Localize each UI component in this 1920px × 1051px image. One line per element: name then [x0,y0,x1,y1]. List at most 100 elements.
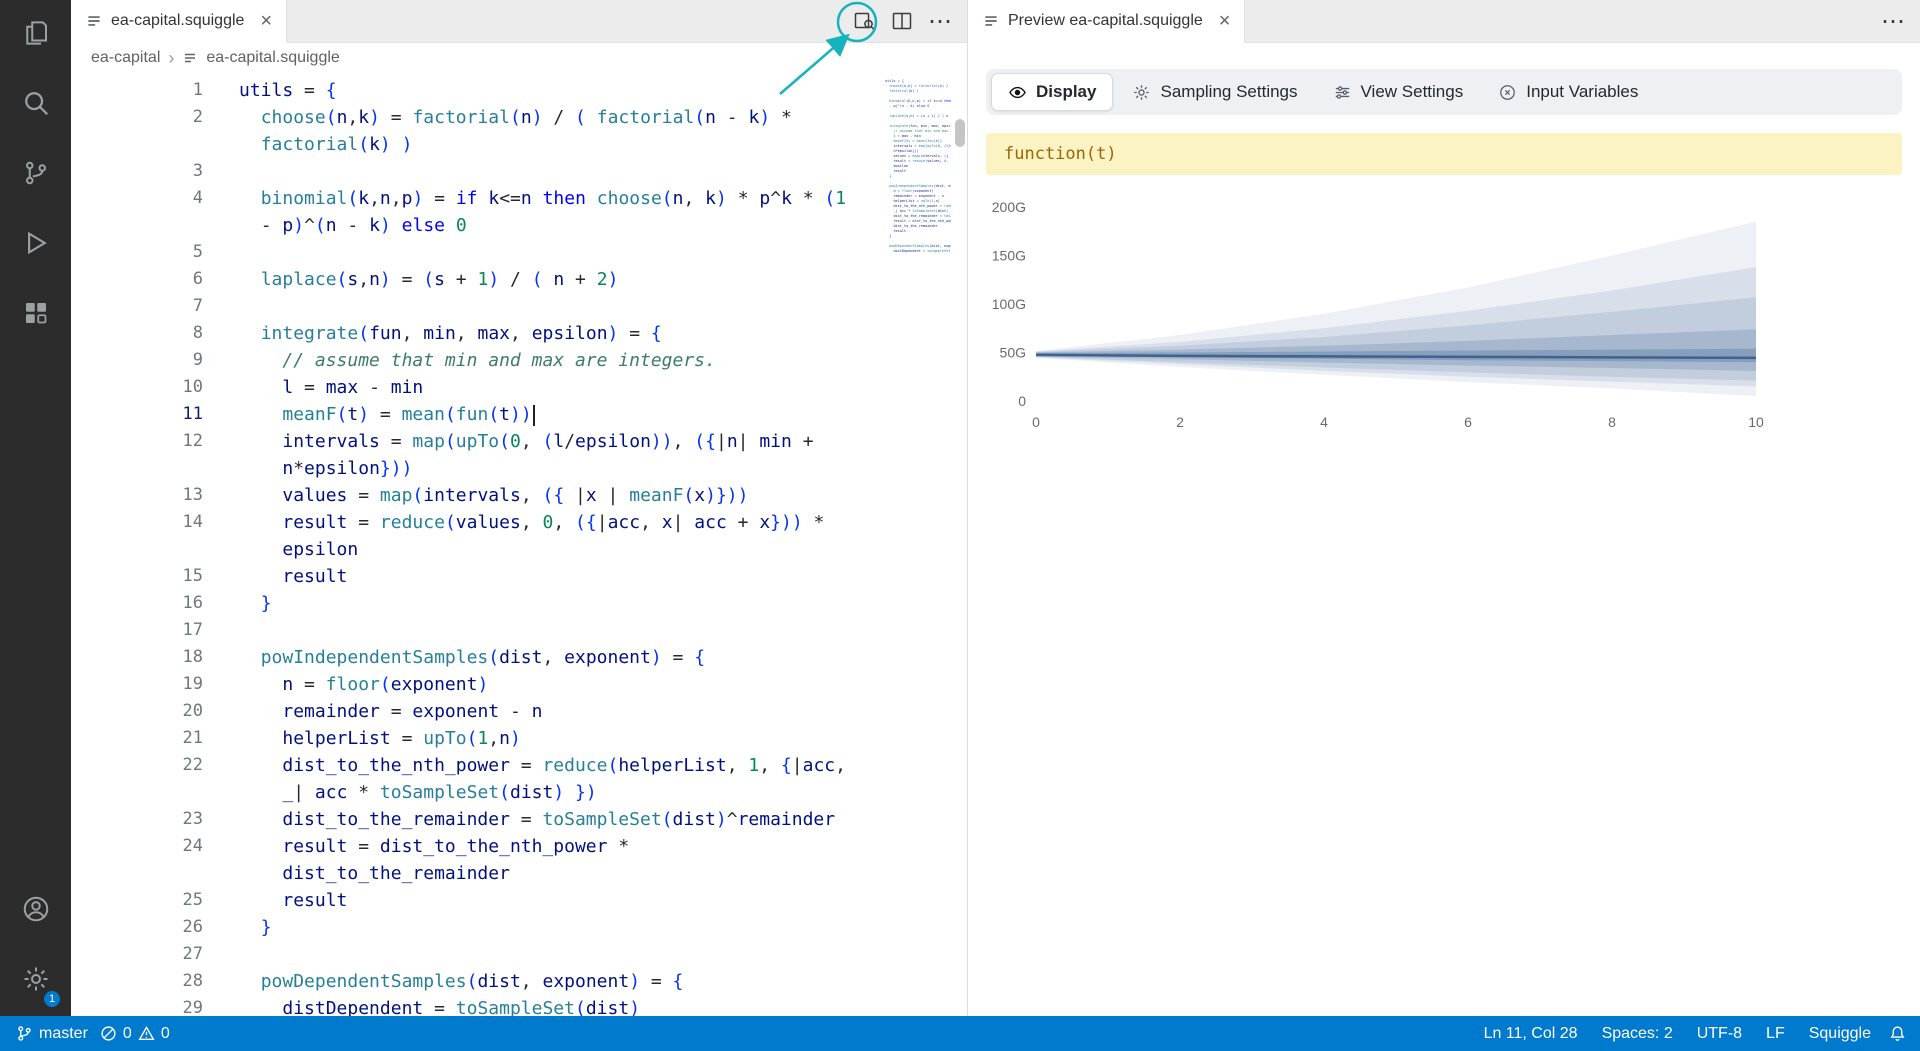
code-row[interactable]: 5 [71,239,883,266]
preview-tab-sampling-settings[interactable]: Sampling Settings [1116,74,1313,110]
code-text: meanF(t) = mean(fun(t)) [239,401,535,428]
code-row[interactable]: 22 dist_to_the_nth_power = reduce(helper… [71,752,883,779]
code-row[interactable]: 20 remainder = exponent - n [71,698,883,725]
open-preview-icon[interactable] [847,4,881,38]
code-row[interactable]: dist_to_the_remainder [71,860,883,887]
code-row[interactable]: 26 } [71,914,883,941]
line-number: 1 [71,77,203,104]
breadcrumb-file[interactable]: ea-capital.squiggle [206,49,339,67]
code-row[interactable]: 16 } [71,590,883,617]
account-button[interactable] [0,876,71,946]
code-text: // assume that min and max are integers. [239,347,716,374]
activity-item-run-debug[interactable] [0,210,71,280]
activity-item-explorer[interactable] [0,0,71,70]
editor[interactable]: 1utils = {2 choose(n,k) = factorial(n) /… [71,73,967,1016]
code-row[interactable]: 29 distDependent = toSampleSet(dist) [71,995,883,1016]
code-row[interactable]: _| acc * toSampleSet(dist) }) [71,779,883,806]
editor-group: ea-capital.squiggle × ⋯ ea-capital › ea-… [71,0,967,1016]
y-axis-tick: 0 [1018,393,1026,409]
code-row[interactable]: 24 result = dist_to_the_nth_power * [71,833,883,860]
breadcrumb-file-icon [182,50,198,66]
activity-item-extensions[interactable] [0,280,71,350]
code-row[interactable]: factorial(k) ) [71,131,883,158]
code-row[interactable]: 12 intervals = map(upTo(0, (l/epsilon)),… [71,428,883,455]
git-branch-item[interactable]: master [10,1016,94,1051]
preview-tab[interactable]: Preview ea-capital.squiggle × [968,0,1245,43]
code-row[interactable]: 21 helperList = upTo(1,n) [71,725,883,752]
line-number: 26 [71,914,203,941]
line-number: 13 [71,482,203,509]
code-row[interactable]: 8 integrate(fun, min, max, epsilon) = { [71,320,883,347]
code-row[interactable]: 1utils = { [71,77,883,104]
line-number: 11 [71,401,203,428]
line-number: 4 [71,185,203,212]
preview-tab-label: Display [1036,82,1096,102]
code-text: powDependentSamples(dist, exponent) = { [239,968,683,995]
line-number [71,212,203,239]
code-text: - p)^(n - k) else 0 [239,212,467,239]
account-icon [21,894,51,929]
line-number: 29 [71,995,203,1016]
chart-container: 050G100G150G200G0246810 [986,199,1902,454]
language-mode[interactable]: Squiggle [1803,1025,1877,1043]
code-row[interactable]: 9 // assume that min and max are integer… [71,347,883,374]
scrollbar-thumb[interactable] [955,119,965,147]
settings-button[interactable]: 1 [0,946,71,1016]
line-number: 22 [71,752,203,779]
text-cursor [533,405,535,426]
code-row[interactable]: 17 [71,617,883,644]
code-row[interactable]: 2 choose(n,k) = factorial(n) / ( factori… [71,104,883,131]
code-row[interactable]: 19 n = floor(exponent) [71,671,883,698]
code-row[interactable]: 13 values = map(intervals, ({ |x | meanF… [71,482,883,509]
preview-tabs: Display Sampling Settings View SettingsInp… [986,69,1902,115]
code-row[interactable]: 23 dist_to_the_remainder = toSampleSet(d… [71,806,883,833]
code-row[interactable]: 25 result [71,887,883,914]
line-number: 28 [71,968,203,995]
code-text: l = max - min [239,374,423,401]
eol[interactable]: LF [1760,1025,1791,1043]
line-number: 19 [71,671,203,698]
line-number: 14 [71,509,203,536]
editor-more-icon[interactable]: ⋯ [923,4,957,38]
breadcrumb-folder[interactable]: ea-capital [91,49,160,67]
line-number: 24 [71,833,203,860]
minimap[interactable]: utils = { choose(n,k) = factorial(n) / (… [885,79,951,679]
code-row[interactable]: epsilon [71,536,883,563]
encoding[interactable]: UTF-8 [1691,1025,1748,1043]
code-text: n*epsilon})) [239,455,412,482]
code-row[interactable]: 3 [71,158,883,185]
code-row[interactable]: - p)^(n - k) else 0 [71,212,883,239]
code-row[interactable]: 27 [71,941,883,968]
code-row[interactable]: 15 result [71,563,883,590]
code-row[interactable]: 18 powIndependentSamples(dist, exponent)… [71,644,883,671]
code-row[interactable]: 11 meanF(t) = mean(fun(t)) [71,401,883,428]
code-row[interactable]: 7 [71,293,883,320]
tab-close-icon[interactable]: × [260,11,272,31]
code-row[interactable]: 10 l = max - min [71,374,883,401]
code-text: n = floor(exponent) [239,671,488,698]
preview-tab-input-variables[interactable]: Input Variables [1482,74,1654,110]
settings-badge: 1 [43,990,61,1008]
indentation[interactable]: Spaces: 2 [1596,1025,1679,1043]
preview-tab-view-settings[interactable]: View Settings [1317,74,1480,110]
panel-more-icon[interactable]: ⋯ [1876,4,1910,38]
code-row[interactable]: 14 result = reduce(values, 0, ({|acc, x|… [71,509,883,536]
activity-item-search[interactable] [0,70,71,140]
code-row[interactable]: n*epsilon})) [71,455,883,482]
notifications-icon[interactable] [1889,1025,1906,1042]
code-row[interactable]: 6 laplace(s,n) = (s + 1) / ( n + 2) [71,266,883,293]
preview-tab-close-icon[interactable]: × [1219,11,1231,31]
code-row[interactable]: 28 powDependentSamples(dist, exponent) =… [71,968,883,995]
preview-tab-label: Sampling Settings [1160,82,1297,102]
code-row[interactable]: 4 binomial(k,n,p) = if k<=n then choose(… [71,185,883,212]
y-axis-tick: 50G [1000,345,1026,361]
minimap-row: distDependent = toSampleSet(dist) [885,249,951,254]
split-editor-icon[interactable] [885,4,919,38]
preview-tab-display[interactable]: Display [991,73,1113,111]
cursor-position[interactable]: Ln 11, Col 28 [1478,1025,1584,1043]
activity-item-source-control[interactable] [0,140,71,210]
editor-tab[interactable]: ea-capital.squiggle × [71,0,287,43]
problems-item[interactable]: 0 0 [94,1016,176,1051]
code-lines[interactable]: 1utils = {2 choose(n,k) = factorial(n) /… [71,77,883,1016]
editor-tab-bar: ea-capital.squiggle × ⋯ [71,0,967,43]
